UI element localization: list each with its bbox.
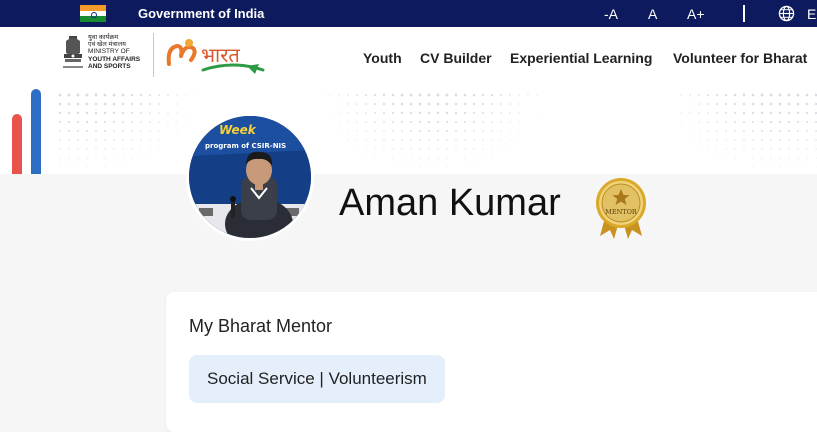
avatar-banner-text: Week	[219, 123, 257, 137]
profile-avatar: Week program of CSIR-NIS	[186, 113, 314, 241]
profile-banner	[0, 89, 817, 174]
mentor-card-title: My Bharat Mentor	[189, 316, 333, 336]
mybharat-logo[interactable]: भारत	[163, 34, 267, 80]
government-title: Government of India	[138, 6, 265, 21]
font-size-increase-button[interactable]: A+	[687, 6, 705, 22]
svg-text:भारत: भारत	[201, 43, 240, 67]
site-header: युवा कार्यक्रम एवं खेल मंत्रालय MINISTRY…	[0, 27, 817, 89]
nav-experiential-learning[interactable]: Experiential Learning	[510, 50, 652, 66]
globe-icon[interactable]	[778, 5, 795, 22]
nav-cv-builder[interactable]: CV Builder	[420, 50, 492, 66]
mentor-category-chip[interactable]: Social Service | Volunteerism	[189, 355, 445, 403]
banner-dot-pattern	[58, 93, 817, 168]
mentor-badge-text: MENTOR	[605, 208, 638, 216]
avatar-banner-subtext: program of CSIR-NIS	[205, 142, 286, 150]
nav-youth[interactable]: Youth	[363, 50, 402, 66]
banner-stripe-red	[12, 114, 22, 174]
government-bar: Government of India -A A A+ E	[0, 0, 817, 27]
banner-stripe-blue	[31, 89, 41, 174]
logo-divider	[153, 33, 154, 77]
national-emblem-icon	[63, 36, 83, 68]
ministry-line-3: AND SPORTS	[88, 62, 131, 70]
ministry-hindi-line-2: एवं खेल मंत्रालय	[88, 41, 126, 49]
ministry-line-2: YOUTH AFFAIRS	[88, 55, 141, 63]
mentor-card: My Bharat Mentor Social Service | Volunt…	[166, 292, 817, 432]
language-selector[interactable]: E	[807, 6, 816, 22]
font-size-decrease-button[interactable]: -A	[604, 6, 618, 22]
nav-volunteer-for-bharat[interactable]: Volunteer for Bharat	[673, 50, 807, 66]
font-size-normal-button[interactable]: A	[648, 6, 657, 22]
ministry-name: युवा कार्यक्रम एवं खेल मंत्रालय MINISTRY…	[88, 34, 140, 70]
mentor-badge-icon: MENTOR	[596, 178, 646, 239]
ministry-line-1: MINISTRY OF	[88, 48, 130, 56]
profile-name: Aman Kumar	[339, 182, 561, 224]
divider	[743, 5, 745, 22]
india-flag-icon	[80, 5, 106, 22]
